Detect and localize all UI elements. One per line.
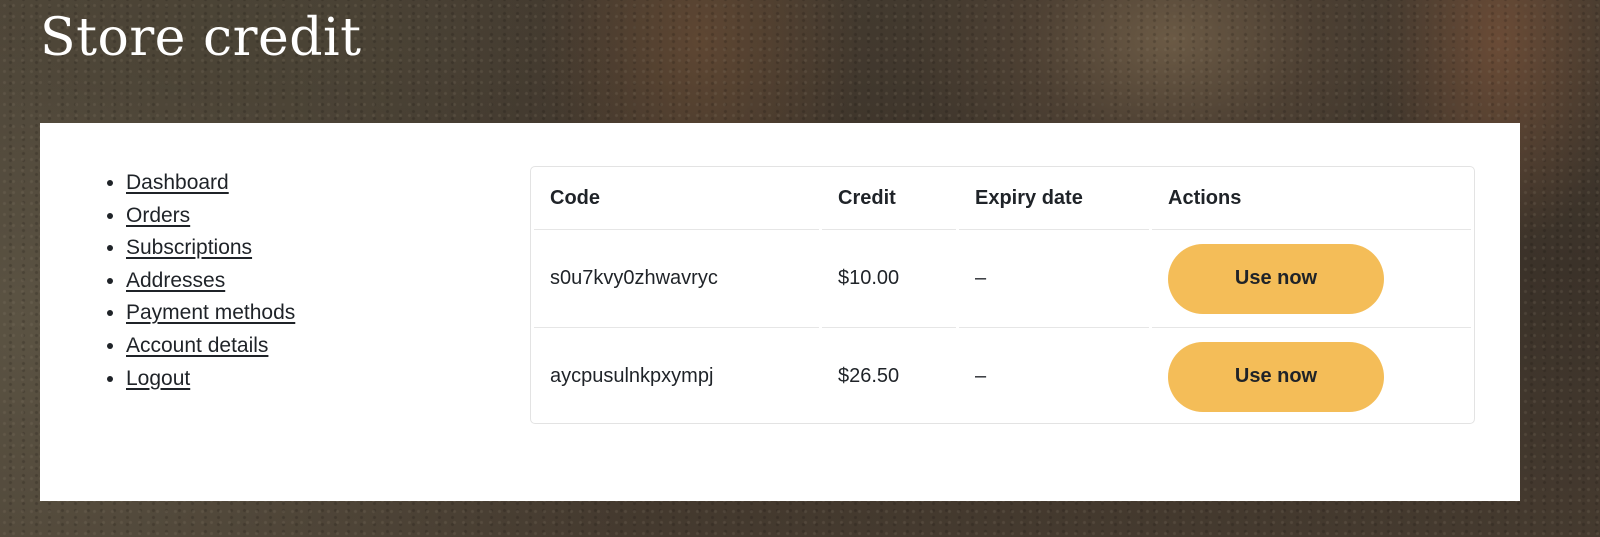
page-title: Store credit [40,8,362,68]
nav-link-subscriptions[interactable]: Subscriptions [126,236,252,259]
table-row: s0u7kvy0zhwavryc $10.00 – Use now [534,230,1471,328]
use-now-button[interactable]: Use now [1168,243,1384,314]
nav-link-dashboard[interactable]: Dashboard [126,171,229,194]
table-row: aycpusulnkpxympj $26.50 – Use now [534,328,1471,425]
use-now-button[interactable]: Use now [1168,341,1384,412]
column-header-actions: Actions [1152,167,1471,230]
cell-code: aycpusulnkpxympj [550,365,714,387]
nav-item-payment-methods: Payment methods [126,297,468,330]
nav-item-logout: Logout [126,363,468,396]
account-navigation: Dashboard Orders Subscriptions Addresses… [108,167,468,395]
nav-link-logout[interactable]: Logout [126,367,190,390]
nav-link-payment-methods[interactable]: Payment methods [126,301,295,324]
account-panel: Dashboard Orders Subscriptions Addresses… [40,123,1520,501]
account-nav-list: Dashboard Orders Subscriptions Addresses… [108,167,468,395]
cell-code: s0u7kvy0zhwavryc [534,230,819,328]
nav-link-account-details[interactable]: Account details [126,334,268,357]
cell-credit: $10.00 [822,230,956,328]
column-header-code: Code [534,167,819,230]
store-credit-table-container: Code Credit Expiry date Actions s0u7kvy0… [530,166,1475,424]
cell-actions: Use now [1152,328,1471,425]
column-header-credit: Credit [822,167,956,230]
table-header-row: Code Credit Expiry date Actions [534,167,1471,230]
nav-link-orders[interactable]: Orders [126,204,190,227]
cell-actions: Use now [1152,230,1471,328]
cell-expiry-date: – [975,365,987,387]
cell-expiry-date: – [959,230,1149,328]
nav-item-addresses: Addresses [126,265,468,298]
nav-link-addresses[interactable]: Addresses [126,269,225,292]
cell-credit: $26.50 [838,365,900,387]
store-credit-table: Code Credit Expiry date Actions s0u7kvy0… [531,167,1474,425]
nav-item-account-details: Account details [126,330,468,363]
column-header-expiry-date: Expiry date [959,167,1149,230]
nav-item-subscriptions: Subscriptions [126,232,468,265]
nav-item-dashboard: Dashboard [126,167,468,200]
nav-item-orders: Orders [126,200,468,233]
